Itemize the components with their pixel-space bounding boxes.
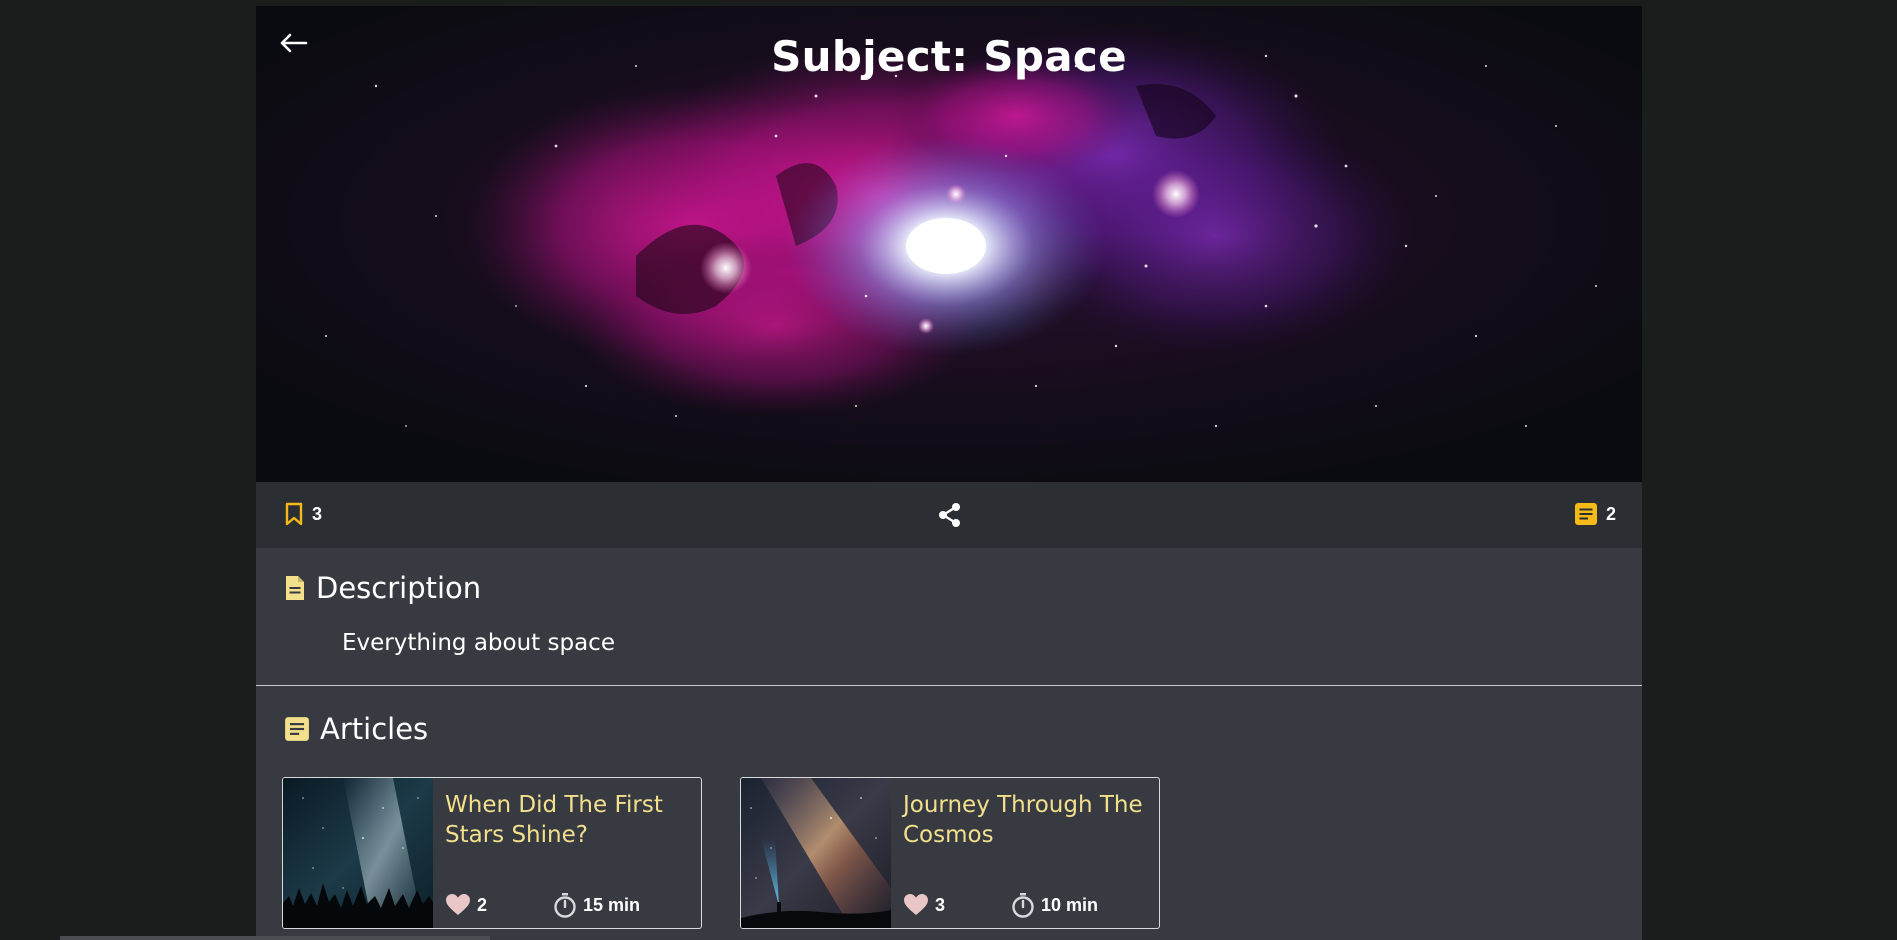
description-heading: Description [284, 571, 481, 605]
bookmark-button[interactable]: 3 [284, 502, 322, 526]
article-thumbnail [283, 778, 433, 928]
stopwatch-icon [1012, 893, 1034, 918]
action-bar: 3 2 [256, 482, 1642, 548]
article-thumbnail [741, 778, 891, 928]
share-icon [939, 503, 960, 527]
duration: 15 min [583, 894, 641, 915]
page-title: Subject: Space [771, 32, 1127, 81]
bookmark-icon [285, 502, 303, 526]
section-divider [256, 685, 1642, 686]
bookmark-count: 3 [312, 503, 323, 524]
article-title: Journey Through The Cosmos [903, 792, 1143, 848]
article-icon [1574, 503, 1597, 525]
share-button[interactable] [935, 500, 965, 530]
subject-page: Subject: Space 3 2 Description Everythin… [256, 6, 1642, 940]
likes: 3 [903, 893, 1011, 917]
articles-heading-label: Articles [320, 712, 429, 746]
article-icon [285, 717, 309, 741]
likes: 2 [445, 893, 553, 917]
likes-count: 2 [477, 894, 488, 915]
article-card[interactable]: When Did The First Stars Shine? 2 15 min [282, 777, 702, 929]
horizontal-scrollbar[interactable] [60, 936, 490, 940]
reading-time: 15 min [553, 892, 640, 918]
reading-time: 10 min [1011, 892, 1098, 918]
article-meta: 3 10 min [903, 892, 1098, 918]
duration: 10 min [1041, 894, 1099, 915]
stopwatch-icon [554, 893, 576, 918]
heart-icon[interactable] [445, 893, 471, 917]
article-card[interactable]: Journey Through The Cosmos 3 10 min [740, 777, 1160, 929]
document-icon [286, 576, 304, 600]
description-heading-label: Description [316, 571, 482, 605]
article-meta: 2 15 min [445, 892, 640, 918]
hero-banner: Subject: Space [256, 6, 1642, 482]
description-text: Everything about space [342, 630, 615, 656]
heart-icon[interactable] [903, 893, 929, 917]
articles-count-badge: 2 [1574, 502, 1616, 526]
likes-count: 3 [935, 894, 946, 915]
articles-heading: Articles [284, 712, 428, 746]
articles-count: 2 [1605, 503, 1616, 524]
article-title: When Did The First Stars Shine? [445, 792, 663, 848]
